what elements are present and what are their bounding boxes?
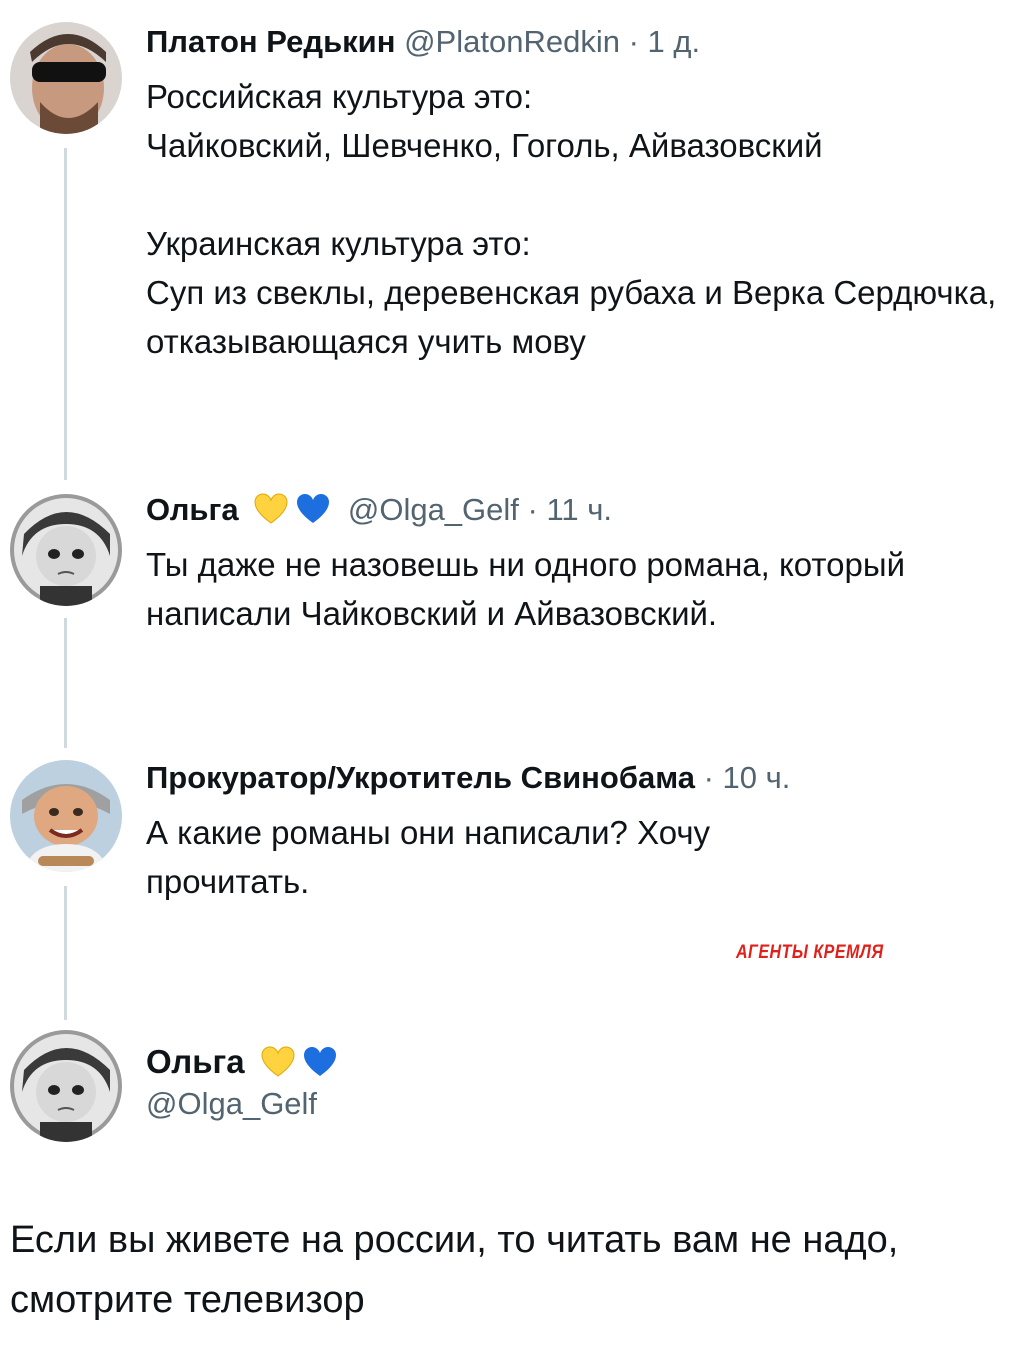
blue-heart-icon bbox=[295, 492, 331, 526]
avatar[interactable] bbox=[10, 494, 122, 606]
author-name[interactable]: Прокуратор/Укротитель Свинобама bbox=[146, 760, 695, 795]
avatar[interactable] bbox=[10, 1030, 122, 1142]
tweet-text: Российская культура это: Чайковский, Шев… bbox=[146, 78, 997, 360]
watermark: АГЕНТЫ КРЕМЛЯ bbox=[736, 942, 884, 963]
author-name[interactable]: Ольга bbox=[146, 492, 239, 527]
author-name[interactable]: Платон Редькин bbox=[146, 24, 395, 59]
blue-heart-icon bbox=[302, 1045, 338, 1079]
thread-line bbox=[64, 148, 67, 480]
yellow-heart-icon bbox=[253, 492, 289, 526]
final-tweet-text: Если вы живете на россии, то читать вам … bbox=[10, 1219, 899, 1321]
thread-line bbox=[64, 886, 67, 1020]
thread-line bbox=[64, 618, 67, 748]
author-handle[interactable]: @PlatonRedkin bbox=[404, 24, 620, 59]
avatar[interactable] bbox=[10, 760, 122, 872]
timestamp[interactable]: · 10 ч. bbox=[704, 760, 791, 795]
timestamp[interactable]: · 1 д. bbox=[629, 24, 701, 59]
tweet-text: А какие романы они написали? Хочу прочит… bbox=[146, 814, 711, 900]
tweet-text: Ты даже не назовешь ни одного романа, ко… bbox=[146, 546, 906, 632]
avatar[interactable] bbox=[10, 22, 122, 134]
final-tweet-header: Ольга @Olga_Gelf bbox=[146, 1040, 338, 1124]
author-handle[interactable]: @Olga_Gelf bbox=[348, 492, 519, 527]
timestamp[interactable]: · 11 ч. bbox=[528, 492, 613, 527]
author-handle[interactable]: @Olga_Gelf bbox=[146, 1084, 338, 1124]
author-name[interactable]: Ольга bbox=[146, 1043, 245, 1080]
yellow-heart-icon bbox=[260, 1045, 296, 1079]
